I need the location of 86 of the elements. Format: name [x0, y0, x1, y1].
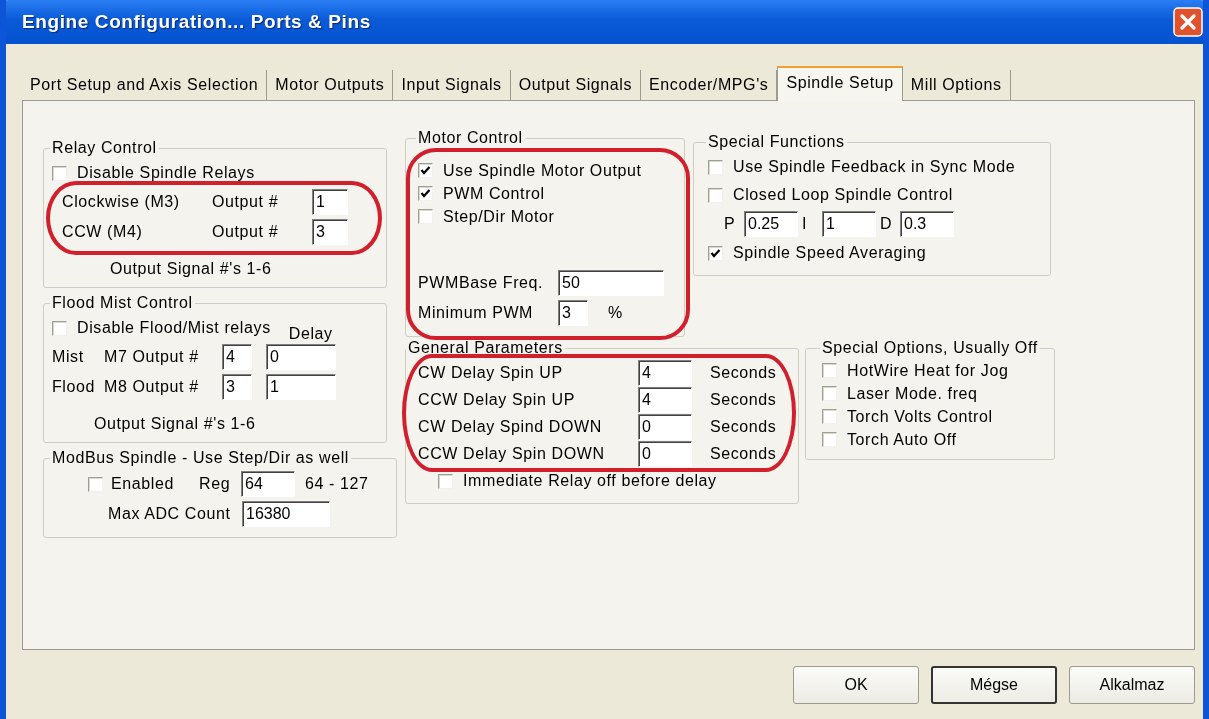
field-label: PWMBase Freq. [418, 274, 545, 292]
tab[interactable]: Spindle Setup [777, 66, 903, 101]
dialog-button[interactable]: Mégse [931, 666, 1057, 704]
checkbox-label[interactable]: Torch Auto Off [847, 430, 957, 449]
field-label: M7 Output # [104, 348, 200, 366]
field-label: CCW Delay Spin DOWN [418, 444, 606, 463]
checkbox[interactable] [52, 320, 67, 336]
group-title: Relay Control [51, 139, 158, 157]
field-label: Flood [52, 378, 97, 396]
field-label: M8 Output # [104, 378, 200, 396]
text-field[interactable]: 64 [241, 471, 295, 497]
checkbox[interactable] [708, 187, 723, 203]
field-label: Minimum PWM [418, 304, 535, 322]
text-field[interactable]: 3 [558, 300, 588, 326]
text-field[interactable]: 1 [822, 211, 876, 237]
field-label: CCW Delay Spin UP [418, 390, 576, 409]
group-title: Special Functions [707, 133, 846, 151]
unit-text: Seconds [710, 417, 777, 436]
note-text: Output Signal #'s 1-6 [94, 415, 256, 433]
checkbox[interactable] [52, 165, 67, 181]
field-label: Mist [52, 348, 85, 366]
checkbox[interactable] [438, 473, 453, 489]
field-label: D [880, 215, 894, 233]
checkbox[interactable] [822, 432, 837, 447]
dialog-button[interactable]: Alkalmaz [1069, 666, 1195, 704]
text-field[interactable]: 1 [266, 374, 336, 400]
checkbox-label[interactable]: Immediate Relay off before delay [463, 472, 717, 490]
unit-text: % [608, 304, 623, 322]
group-title: General Parameters [407, 339, 564, 357]
text-field[interactable]: 0 [638, 413, 692, 440]
checkbox[interactable] [822, 363, 837, 378]
checkbox-label[interactable]: HotWire Heat for Jog [847, 361, 1009, 380]
checkbox-label[interactable]: Disable Spindle Relays [77, 164, 255, 182]
unit-text: Seconds [710, 390, 777, 409]
field-label: CW Delay Spind DOWN [418, 417, 603, 436]
field-label: Output # [212, 223, 280, 241]
field-label: Max ADC Count [108, 505, 232, 523]
checkbox-label[interactable]: PWM Control [443, 184, 545, 203]
text-field[interactable]: 50 [558, 270, 664, 296]
text-field[interactable]: 0 [266, 344, 336, 370]
checkbox-label[interactable]: Disable Flood/Mist relays [77, 319, 271, 337]
field-label: Clockwise (M3) [62, 193, 181, 211]
field-label: I [802, 215, 809, 233]
checkbox-label[interactable]: Laser Mode. freq [847, 384, 978, 403]
window-title: Engine Configuration... Ports & Pins [22, 11, 371, 33]
checkbox-label[interactable]: Torch Volts Control [847, 407, 993, 426]
checkbox[interactable] [88, 476, 103, 492]
text-field[interactable]: 3 [312, 219, 348, 245]
checkbox-label[interactable]: Use Spindle Motor Output [443, 161, 642, 180]
checkbox-label[interactable]: Spindle Speed Averaging [733, 244, 927, 262]
checkbox[interactable] [418, 209, 433, 224]
group-title: Flood Mist Control [51, 294, 194, 312]
text-field[interactable]: 3 [222, 374, 252, 400]
group-title: ModBus Spindle - Use Step/Dir as well [51, 449, 350, 467]
text-field[interactable]: 0.25 [744, 211, 798, 237]
column-label: Delay [288, 325, 333, 343]
note-text: Output Signal #'s 1-6 [110, 260, 272, 278]
checkbox-label[interactable]: Step/Dir Motor [443, 207, 555, 226]
text-field[interactable]: 16380 [242, 501, 330, 527]
checkbox[interactable] [708, 159, 723, 175]
unit-text: Seconds [710, 444, 777, 463]
field-label: P [724, 215, 737, 233]
field-label: CCW (M4) [62, 223, 144, 241]
group-title: Special Options, Usually Off [821, 339, 1039, 357]
group-title: Motor Control [417, 129, 524, 147]
unit-text: Seconds [710, 363, 777, 382]
checkbox[interactable] [418, 186, 433, 201]
checkbox[interactable] [708, 245, 723, 261]
text-field[interactable]: 4 [638, 386, 692, 413]
field-label: Output # [212, 193, 280, 211]
checkbox-label[interactable]: Enabled [111, 475, 199, 493]
text-field[interactable]: 1 [312, 189, 348, 215]
dialog-button[interactable]: OK [793, 666, 919, 704]
field-label: Reg [199, 475, 232, 493]
range-text: 64 - 127 [305, 475, 369, 493]
text-field[interactable]: 4 [222, 344, 252, 370]
checkbox[interactable] [822, 409, 837, 424]
text-field[interactable]: 0 [638, 440, 692, 467]
field-label: CW Delay Spin UP [418, 363, 564, 382]
close-icon[interactable] [1173, 7, 1203, 37]
checkbox-label[interactable]: Closed Loop Spindle Control [733, 186, 953, 204]
checkbox[interactable] [822, 386, 837, 401]
checkbox[interactable] [418, 163, 433, 178]
text-field[interactable]: 4 [638, 359, 692, 386]
checkbox-label[interactable]: Use Spindle Feedback in Sync Mode [733, 158, 1016, 176]
text-field[interactable]: 0.3 [900, 211, 954, 237]
